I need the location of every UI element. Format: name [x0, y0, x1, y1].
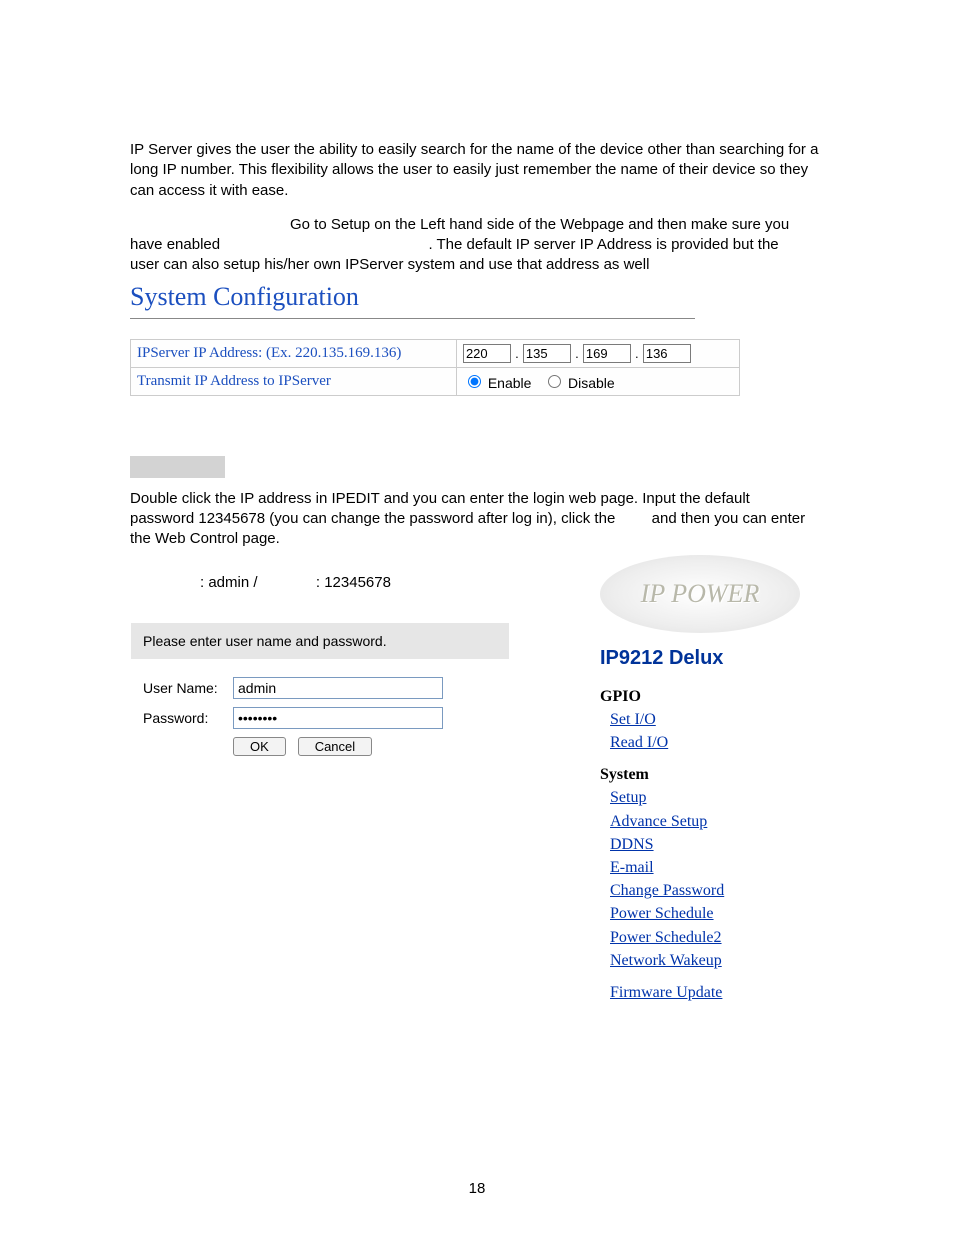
transmit-value-cell: Enable Disable: [456, 367, 739, 395]
dot-separator: .: [515, 346, 519, 361]
brand-logo: IP POWER: [600, 555, 800, 633]
disable-radio[interactable]: [548, 375, 561, 388]
dot-separator: .: [635, 346, 639, 361]
password-label: Password:: [143, 710, 233, 726]
login-panel: Please enter user name and password. Use…: [130, 622, 510, 773]
intro-paragraph: IP Server gives the user the ability to …: [130, 140, 824, 201]
nav-link-power-schedule2[interactable]: Power Schedule2: [610, 926, 840, 949]
divider: [130, 318, 695, 319]
password-input[interactable]: [233, 707, 443, 729]
login-instr-line-2a: password 12345678 (you can change the pa…: [130, 510, 615, 527]
nav-link-power-schedule[interactable]: Power Schedule: [610, 902, 840, 925]
nav-link-setup[interactable]: Setup: [610, 786, 840, 809]
ip-octet-4[interactable]: [643, 344, 691, 363]
creds-prefix: : admin /: [200, 574, 258, 591]
enable-label: Enable: [488, 375, 532, 391]
nav-link-network-wakeup[interactable]: Network Wakeup: [610, 949, 840, 972]
username-input[interactable]: [233, 677, 443, 699]
system-configuration-heading: System Configuration: [130, 282, 695, 312]
login-instr-line-2b: and then you can enter: [652, 510, 805, 527]
nav-link-firmware-update[interactable]: Firmware Update: [610, 984, 722, 1001]
right-nav-column: IP POWER IP9212 Delux GPIO Set I/O Read …: [600, 555, 840, 1002]
nav-link-email[interactable]: E-mail: [610, 856, 840, 879]
enable-option[interactable]: Enable: [463, 375, 535, 391]
disable-label: Disable: [568, 375, 615, 391]
nav-link-ddns[interactable]: DDNS: [610, 833, 840, 856]
nav-link-advance-setup[interactable]: Advance Setup: [610, 810, 840, 833]
ip-octet-2[interactable]: [523, 344, 571, 363]
table-row: Transmit IP Address to IPServer Enable D…: [131, 367, 740, 395]
setup-paragraph: Go to Setup on the Left hand side of the…: [130, 215, 824, 276]
nav-heading-gpio: GPIO: [600, 688, 840, 706]
product-title: IP9212 Delux: [600, 647, 840, 670]
highlight-bar: [130, 456, 225, 478]
username-label: User Name:: [143, 680, 233, 696]
login-instructions: Double click the IP address in IPEDIT an…: [130, 489, 824, 550]
login-instr-line-3: the Web Control page.: [130, 529, 824, 549]
ip-octet-3[interactable]: [583, 344, 631, 363]
enable-radio[interactable]: [468, 375, 481, 388]
setup-line-1: Go to Setup on the Left hand side of the…: [290, 215, 789, 235]
ipserver-label-cell: IPServer IP Address: (Ex. 220.135.169.13…: [131, 339, 457, 367]
setup-line-2b: . The default IP server IP Address is pr…: [428, 236, 778, 253]
ok-button[interactable]: OK: [233, 737, 286, 756]
nav-link-change-password[interactable]: Change Password: [610, 879, 840, 902]
ipserver-value-cell: . . .: [456, 339, 739, 367]
transmit-label-cell: Transmit IP Address to IPServer: [131, 367, 457, 395]
table-row: IPServer IP Address: (Ex. 220.135.169.13…: [131, 339, 740, 367]
setup-line-3: user can also setup his/her own IPServer…: [130, 255, 824, 275]
dot-separator: .: [575, 346, 579, 361]
page-number: 18: [0, 1180, 954, 1197]
nav-link-read-io[interactable]: Read I/O: [610, 731, 840, 754]
login-instr-line-1: Double click the IP address in IPEDIT an…: [130, 489, 824, 509]
nav-heading-system: System: [600, 766, 840, 784]
config-table: IPServer IP Address: (Ex. 220.135.169.13…: [130, 339, 740, 396]
login-prompt: Please enter user name and password.: [131, 623, 509, 659]
setup-line-2a: have enabled: [130, 236, 220, 253]
disable-option[interactable]: Disable: [543, 375, 615, 391]
creds-suffix: : 12345678: [316, 574, 391, 591]
cancel-button[interactable]: Cancel: [298, 737, 372, 756]
ip-octet-1[interactable]: [463, 344, 511, 363]
nav-link-set-io[interactable]: Set I/O: [610, 708, 840, 731]
